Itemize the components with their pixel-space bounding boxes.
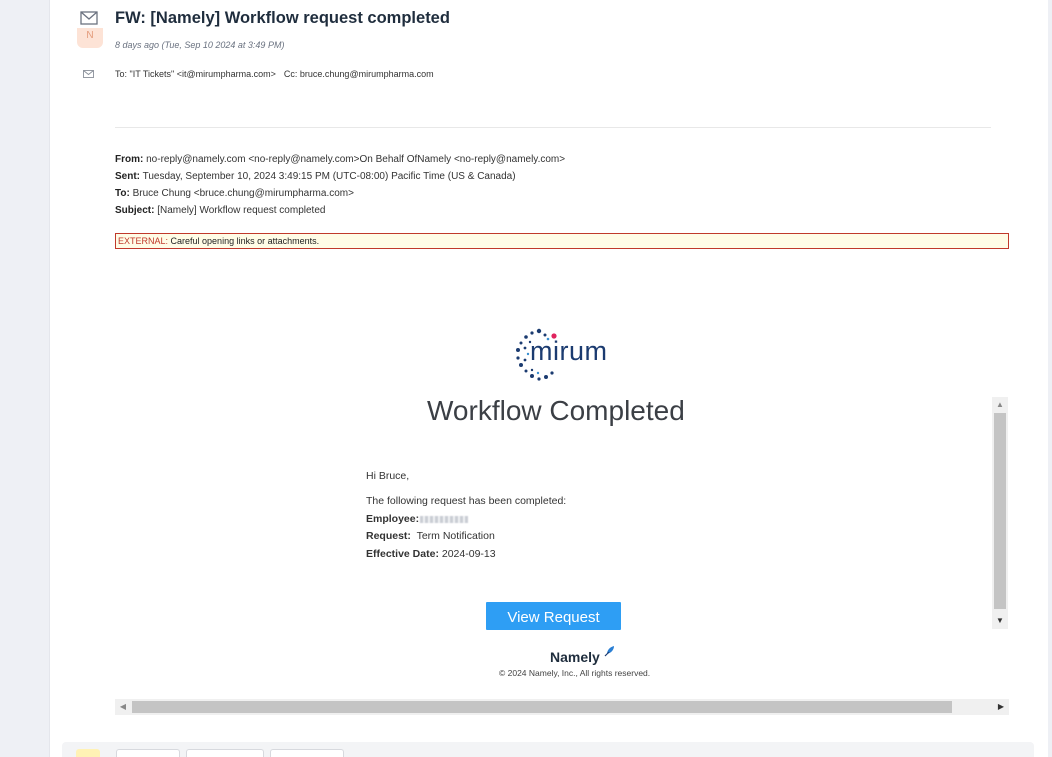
mirum-logo-text: mirum [530, 336, 608, 366]
right-edge [1048, 0, 1052, 757]
effective-value: 2024-09-13 [441, 548, 496, 560]
external-tag: EXTERNAL: [118, 236, 169, 246]
header-divider [115, 127, 991, 128]
request-label: Request: [366, 530, 411, 542]
sender-avatar[interactable]: N [77, 28, 103, 48]
workflow-title: Workflow Completed [427, 395, 685, 426]
from-value: no-reply@namely.com <no-reply@namely.com… [146, 154, 566, 165]
to-label: To: [115, 188, 130, 199]
horizontal-scroll-thumb[interactable] [132, 701, 952, 713]
forwarded-sent: Sent: Tuesday, September 10, 2024 3:49:1… [115, 168, 565, 185]
to-value: Bruce Chung <bruce.chung@mirumpharma.com… [132, 188, 354, 199]
external-warning-banner: EXTERNAL: Careful opening links or attac… [115, 233, 1009, 249]
copyright-text: © 2024 Namely, Inc., All rights reserved… [499, 668, 651, 678]
email-time: 8 days ago (Tue, Sep 10 2024 at 3:49 PM) [115, 40, 285, 50]
reply-all-button[interactable] [186, 749, 264, 757]
forwarded-headers: From: no-reply@namely.com <no-reply@name… [115, 151, 565, 219]
forwarded-subject: Subject: [Namely] Workflow request compl… [115, 202, 565, 219]
reply-button[interactable] [116, 749, 180, 757]
scroll-right-icon[interactable]: ▶ [993, 699, 1009, 715]
namely-logo-text: Namely [550, 649, 600, 665]
left-rail [0, 0, 50, 757]
namely-leaf-icon [604, 646, 614, 657]
subject-label: Subject: [115, 205, 155, 216]
cc-recipients[interactable]: Cc: bruce.chung@mirumpharma.com [284, 69, 434, 79]
employee-label: Employee: [366, 513, 420, 525]
forward-button[interactable] [270, 749, 344, 757]
scroll-up-icon[interactable]: ▲ [992, 397, 1008, 413]
vertical-scrollbar[interactable]: ▲ ▼ [992, 397, 1008, 629]
recipients-line: To: "IT Tickets" <it@mirumpharma.com> Cc:… [115, 69, 434, 79]
recipient-mail-icon [83, 70, 94, 78]
request-value: Term Notification [416, 530, 495, 542]
clipped-sender-line [115, 26, 255, 29]
scroll-left-icon[interactable]: ◀ [115, 699, 131, 715]
sent-value: Tuesday, September 10, 2024 3:49:15 PM (… [142, 171, 516, 182]
horizontal-scrollbar[interactable]: ◀ ▶ [115, 699, 1009, 715]
reply-avatar [76, 749, 100, 757]
employee-name-redacted [420, 515, 469, 523]
intro-text: The following request has been completed… [366, 495, 567, 507]
effective-label: Effective Date: [366, 548, 439, 560]
scroll-down-icon[interactable]: ▼ [992, 613, 1008, 629]
request-row: Request: Term Notification [366, 530, 495, 542]
employee-row: Employee: [366, 513, 469, 525]
to-recipients[interactable]: To: "IT Tickets" <it@mirumpharma.com> [115, 69, 276, 79]
forwarded-to: To: Bruce Chung <bruce.chung@mirumpharma… [115, 185, 565, 202]
sent-label: Sent: [115, 171, 140, 182]
subject-value: [Namely] Workflow request completed [157, 205, 326, 216]
mail-icon [80, 11, 98, 25]
from-label: From: [115, 154, 144, 165]
view-request-button[interactable]: View Request [486, 602, 621, 630]
external-text: Careful opening links or attachments. [170, 236, 320, 246]
greeting: Hi Bruce, [366, 470, 410, 482]
vertical-scroll-thumb[interactable] [994, 413, 1006, 609]
effective-date-row: Effective Date: 2024-09-13 [366, 548, 496, 560]
forwarded-from: From: no-reply@namely.com <no-reply@name… [115, 151, 565, 168]
